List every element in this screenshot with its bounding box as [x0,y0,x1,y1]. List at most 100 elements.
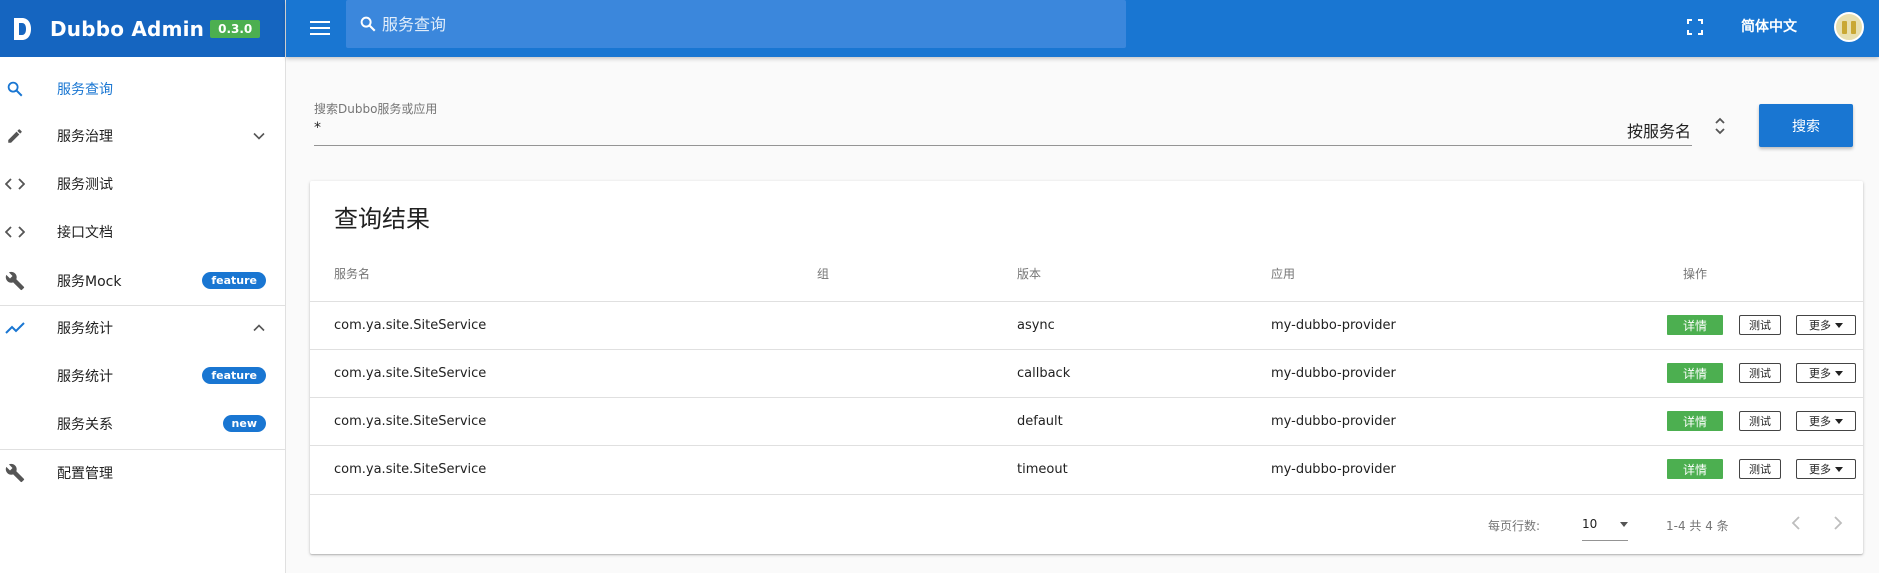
sidebar-item-label: 服务查询 [57,81,113,98]
caret-down-icon [1620,522,1628,527]
code-icon [4,173,26,195]
cell-version: default [1017,414,1063,429]
language-switch-button[interactable]: 简体中文 [1741,16,1797,36]
more-button-label: 更多 [1809,415,1831,428]
sidebar-item-api-docs[interactable]: 接口文档 [0,208,286,255]
rows-per-page-label: 每页行数: [1488,519,1541,533]
caret-down-icon [1835,322,1843,328]
more-button-label: 更多 [1809,319,1831,332]
test-button[interactable]: 测试 [1739,459,1781,479]
pause-icon [1851,20,1856,34]
version-badge: 0.3.0 [210,19,261,38]
more-button[interactable]: 更多 [1796,363,1856,383]
column-header-version[interactable]: 版本 [1017,265,1041,282]
global-search[interactable] [346,0,1126,48]
chevron-down-icon[interactable] [252,129,266,143]
rows-per-page-select[interactable]: 10 [1582,507,1628,541]
caret-down-icon [1835,418,1843,424]
feature-badge: feature [202,367,266,384]
caret-down-icon [1835,370,1843,376]
search-type-select[interactable]: 按服务名 [1627,118,1691,142]
cell-app: my-dubbo-provider [1271,318,1396,333]
fullscreen-icon[interactable] [1684,16,1706,38]
pencil-icon [4,125,26,147]
menu-icon[interactable] [308,16,332,40]
search-field-input[interactable]: * [314,120,321,136]
column-header-group[interactable]: 组 [817,265,829,282]
next-page-icon[interactable] [1826,511,1850,535]
dubbo-logo-icon [10,16,34,42]
chevron-up-icon[interactable] [252,321,266,335]
sidebar-subitem-service-relation[interactable]: 服务关系 new [0,400,286,447]
test-button[interactable]: 测试 [1739,315,1781,335]
rows-per-page-value: 10 [1582,517,1598,531]
detail-button[interactable]: 详情 [1667,315,1723,335]
sidebar-item-service-search[interactable]: 服务查询 [0,65,286,112]
sidebar-item-label: 服务统计 [57,368,113,385]
cell-app: my-dubbo-provider [1271,366,1396,381]
sidebar-item-label: 服务治理 [57,128,113,145]
table-row: com.ya.site.SiteService async my-dubbo-p… [310,301,1863,349]
cell-app: my-dubbo-provider [1271,414,1396,429]
sidebar-item-service-test[interactable]: 服务测试 [0,160,286,207]
pause-icon [1842,20,1847,34]
test-button[interactable]: 测试 [1739,411,1781,431]
page-info: 1-4 共 4 条 [1666,519,1729,533]
detail-button[interactable]: 详情 [1667,459,1723,479]
cell-service: com.ya.site.SiteService [334,318,487,333]
sidebar-item-label: 服务测试 [57,176,113,193]
code-icon [4,221,26,243]
trending-up-icon [4,317,26,339]
brand-header[interactable]: Dubbo Admin 0.3.0 [0,0,285,57]
search-field-label: 搜索Dubbo服务或应用 [314,102,438,116]
table-footer-divider [310,494,1863,495]
cell-version: callback [1017,366,1071,381]
sidebar-item-service-mock[interactable]: 服务Mock feature [0,257,286,304]
cell-service: com.ya.site.SiteService [334,414,487,429]
detail-button[interactable]: 详情 [1667,411,1723,431]
new-badge: new [222,415,266,432]
search-icon [4,78,26,100]
cell-service: com.ya.site.SiteService [334,366,487,381]
global-search-input[interactable] [382,14,1082,34]
detail-button[interactable]: 详情 [1667,363,1723,383]
wrench-icon [4,462,26,484]
table-row: com.ya.site.SiteService timeout my-dubbo… [310,445,1863,493]
sidebar-item-label: 服务Mock [57,273,122,290]
column-header-service[interactable]: 服务名 [334,265,370,282]
sidebar-item-label: 服务关系 [57,416,113,433]
search-button[interactable]: 搜索 [1759,104,1853,147]
cell-version: async [1017,318,1055,333]
more-button[interactable]: 更多 [1796,411,1856,431]
cell-service: com.ya.site.SiteService [334,462,487,477]
sidebar-item-label: 服务统计 [57,320,113,337]
prev-page-icon[interactable] [1784,511,1808,535]
cell-app: my-dubbo-provider [1271,462,1396,477]
unfold-more-icon[interactable] [1712,114,1728,138]
column-header-app[interactable]: 应用 [1271,265,1295,282]
sidebar-item-label: 接口文档 [57,224,113,241]
sidebar-subitem-service-statistics[interactable]: 服务统计 feature [0,352,286,399]
top-app-bar: 简体中文 [286,0,1879,57]
wrench-icon [4,270,26,292]
sidebar-item-label: 配置管理 [57,465,113,482]
results-title: 查询结果 [334,205,430,233]
more-button[interactable]: 更多 [1796,315,1856,335]
avatar[interactable] [1834,12,1864,42]
brand-title: Dubbo Admin [50,16,205,41]
sidebar-item-config-management[interactable]: 配置管理 [0,449,286,496]
table-row: com.ya.site.SiteService default my-dubbo… [310,397,1863,445]
sidebar-item-service-statistics[interactable]: 服务统计 [0,304,286,351]
test-button[interactable]: 测试 [1739,363,1781,383]
search-icon [358,14,378,34]
more-button-label: 更多 [1809,367,1831,380]
table-row: com.ya.site.SiteService callback my-dubb… [310,349,1863,397]
caret-down-icon [1835,466,1843,472]
results-card: 查询结果 服务名 组 版本 应用 操作 com.ya.site.SiteServ… [310,181,1863,554]
feature-badge: feature [202,272,266,289]
search-field-underline [314,145,1692,146]
more-button-label: 更多 [1809,463,1831,476]
cell-version: timeout [1017,462,1068,477]
sidebar-item-service-governance[interactable]: 服务治理 [0,112,286,159]
more-button[interactable]: 更多 [1796,459,1856,479]
